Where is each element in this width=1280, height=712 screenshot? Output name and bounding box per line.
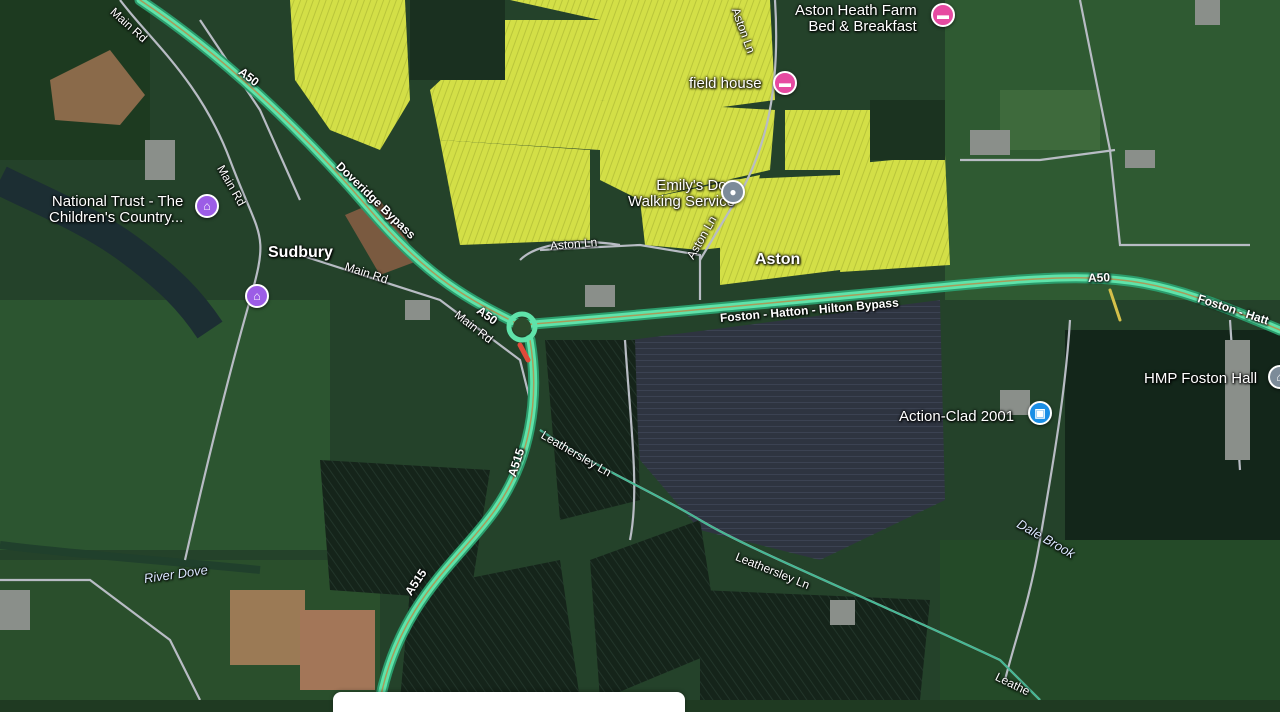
museum-icon[interactable]: ⌂: [245, 284, 269, 308]
hotel-icon[interactable]: ▬: [773, 71, 797, 95]
crop-field-7: [785, 110, 870, 170]
dark-field-top: [410, 0, 505, 80]
ploughed-field-5: [700, 590, 930, 700]
poi-label-aston-heath-line1: Aston Heath Farm: [795, 2, 917, 19]
crop-field-3: [440, 140, 590, 245]
poi-label-national-trust-line1: National Trust - The: [51, 193, 184, 210]
poi-label-field-house[interactable]: field house: [689, 76, 762, 92]
service-icon[interactable]: ●: [721, 180, 745, 204]
bare-field-3: [300, 610, 375, 690]
satellite-map[interactable]: [0, 0, 1280, 700]
bare-field-2: [230, 590, 305, 665]
field-south-east: [940, 540, 1280, 700]
field-east-light: [1000, 90, 1100, 150]
place-label-sudbury[interactable]: Sudbury: [268, 244, 333, 262]
poi-label-hmp-foston-hall[interactable]: HMP Foston Hall: [1144, 371, 1257, 387]
poi-label-national-trust[interactable]: National Trust - The Children's Country.…: [49, 194, 183, 226]
poi-label-aston-heath-farm[interactable]: Aston Heath Farm Bed & Breakfast: [795, 3, 917, 35]
poi-label-emilys-line1: Emily's Dog: [656, 177, 735, 194]
ploughed-field-2: [545, 340, 640, 520]
shop-icon[interactable]: ▣: [1028, 401, 1052, 425]
poi-label-action-clad[interactable]: Action-Clad 2001: [899, 409, 1014, 425]
bottom-sheet-handle[interactable]: [333, 692, 685, 712]
place-label-aston[interactable]: Aston: [755, 251, 800, 269]
ploughed-field-1: [320, 460, 490, 600]
poi-label-aston-heath-line2: Bed & Breakfast: [808, 17, 917, 35]
museum-icon[interactable]: ⌂: [195, 194, 219, 218]
field-west: [0, 300, 330, 550]
dark-field-north: [870, 100, 945, 160]
crop-field-9: [840, 155, 950, 272]
poi-label-emilys-dog-walking[interactable]: Emily's Dog Walking Service: [628, 178, 735, 210]
hotel-icon[interactable]: ▬: [931, 3, 955, 27]
poi-label-emilys-line2: Walking Service: [628, 192, 735, 210]
road-label-a50: A50: [1087, 270, 1111, 285]
poi-label-national-trust-line2: Children's Country...: [49, 208, 184, 226]
